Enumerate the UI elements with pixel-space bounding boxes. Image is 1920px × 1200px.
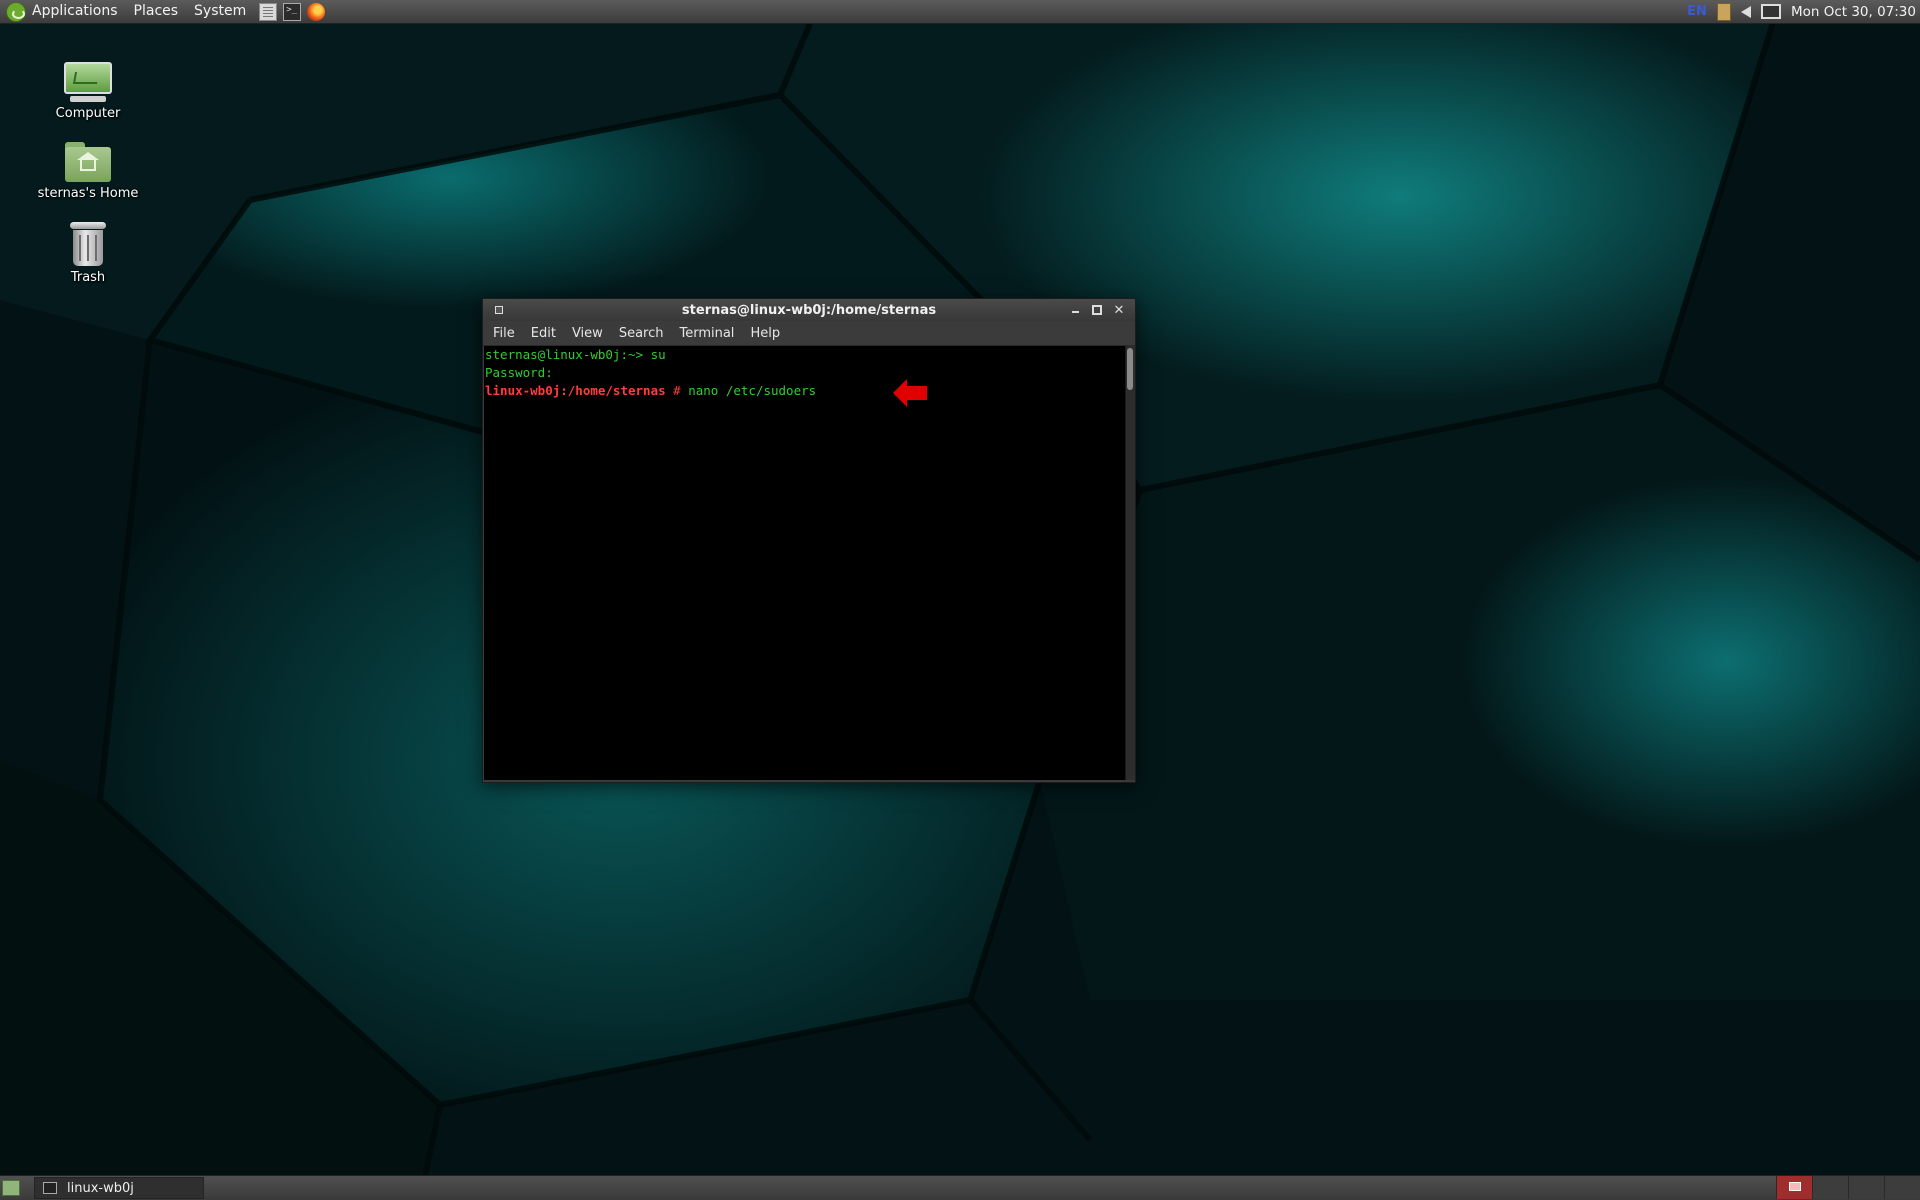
trash-icon: [70, 222, 106, 266]
minimize-icon: [1071, 311, 1079, 313]
terminal-line: linux-wb0j:/home/sternas # nano /etc/sud…: [484, 382, 1125, 400]
desktop-icon-label: Computer: [55, 106, 121, 121]
desktop-icon-trash[interactable]: Trash: [28, 222, 148, 285]
applications-menu-label: Applications: [32, 3, 118, 19]
menu-search[interactable]: Search: [611, 326, 672, 341]
system-menu[interactable]: System: [188, 0, 256, 23]
show-desktop-icon[interactable]: [2, 1180, 20, 1196]
terminal-window[interactable]: sternas@linux-wb0j:/home/sternas ✕ File …: [482, 298, 1136, 783]
menu-edit[interactable]: Edit: [523, 326, 564, 341]
user-prompt: sternas@linux-wb0j:~>: [485, 347, 644, 362]
terminal-icon[interactable]: [283, 2, 302, 21]
terminal-icon: [43, 1182, 57, 1194]
terminal-line: Password:: [484, 364, 1125, 382]
clock[interactable]: Mon Oct 30, 07:30: [1791, 4, 1916, 20]
desktop-icon-label: Trash: [70, 270, 106, 285]
computer-icon: [64, 62, 112, 102]
workspace-3[interactable]: [1848, 1176, 1884, 1199]
terminal-menubar: File Edit View Search Terminal Help: [483, 321, 1135, 346]
files-icon[interactable]: [259, 2, 278, 21]
desktop-icon-label: sternas's Home: [37, 186, 139, 201]
maximize-icon: [1092, 305, 1102, 315]
desktop-icon-computer[interactable]: Computer: [28, 62, 148, 121]
menu-file[interactable]: File: [485, 326, 523, 341]
command-text: su: [643, 347, 666, 362]
clipboard-icon[interactable]: [1716, 2, 1731, 21]
minimize-button[interactable]: [1067, 302, 1083, 318]
maximize-button[interactable]: [1089, 302, 1105, 318]
volume-icon[interactable]: [1740, 5, 1751, 18]
menu-view[interactable]: View: [564, 326, 611, 341]
bottom-panel: linux-wb0j: [0, 1175, 1920, 1200]
terminal-scrollbar[interactable]: [1125, 346, 1135, 780]
password-prompt: Password:: [485, 365, 553, 380]
applications-menu[interactable]: Applications: [0, 0, 128, 23]
home-folder-icon: [65, 142, 111, 182]
root-prompt: linux-wb0j:/home/sternas: [485, 383, 666, 398]
workspace-2[interactable]: [1812, 1176, 1848, 1199]
terminal-line: sternas@linux-wb0j:~> su: [484, 346, 1125, 364]
workspace-switcher[interactable]: [1776, 1176, 1920, 1200]
scrollbar-thumb[interactable]: [1127, 348, 1133, 390]
top-panel: Applications Places System EN Mon Oct 30…: [0, 0, 1920, 24]
network-icon[interactable]: [1760, 4, 1781, 19]
root-hash: #: [665, 383, 681, 398]
red-arrow-annotation-icon: [893, 379, 927, 407]
keyboard-layout-indicator[interactable]: EN: [1687, 4, 1707, 19]
workspace-4[interactable]: [1884, 1176, 1920, 1199]
desktop-icon-home[interactable]: sternas's Home: [28, 142, 148, 201]
window-titlebar[interactable]: sternas@linux-wb0j:/home/sternas ✕: [483, 299, 1135, 321]
workspace-1[interactable]: [1776, 1176, 1812, 1199]
places-menu[interactable]: Places: [128, 0, 189, 23]
opensuse-logo-icon: [6, 1, 26, 22]
command-text: nano /etc/sudoers: [680, 383, 817, 398]
firefox-icon[interactable]: [307, 2, 326, 21]
close-icon: ✕: [1113, 302, 1125, 318]
system-tray: EN Mon Oct 30, 07:30: [1687, 0, 1920, 23]
menu-help[interactable]: Help: [742, 326, 788, 341]
close-button[interactable]: ✕: [1111, 302, 1127, 318]
terminal-output[interactable]: sternas@linux-wb0j:~> su Password: linux…: [484, 346, 1125, 780]
menu-terminal[interactable]: Terminal: [671, 326, 742, 341]
taskbar-item-terminal[interactable]: linux-wb0j: [34, 1177, 204, 1199]
window-title: sternas@linux-wb0j:/home/sternas: [681, 303, 937, 318]
taskbar-item-label: linux-wb0j: [67, 1180, 134, 1196]
